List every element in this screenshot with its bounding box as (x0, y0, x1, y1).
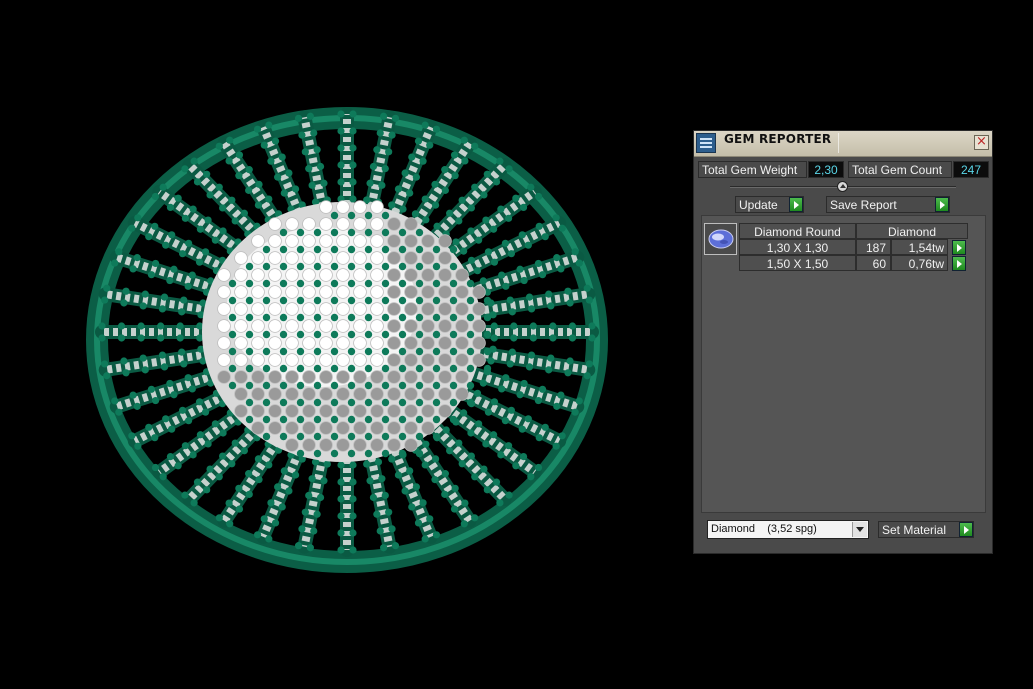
material-select[interactable]: Diamond (3,52 spg) (707, 520, 869, 539)
green-arrow-icon[interactable] (959, 522, 973, 537)
green-arrow-icon[interactable] (789, 197, 803, 212)
3d-viewport[interactable] (0, 0, 680, 689)
title-bar[interactable]: GEM REPORTER × (694, 131, 992, 157)
column-header-material: Diamond (856, 223, 968, 239)
ring-render (86, 107, 608, 573)
row-size: 1,50 X 1,50 (739, 255, 856, 271)
window-title: GEM REPORTER (724, 132, 832, 146)
save-report-button[interactable]: Save Report (826, 196, 950, 213)
close-icon[interactable]: × (974, 135, 989, 150)
gem-reporter-panel: GEM REPORTER × Total Gem Weight 2,30 Tot… (693, 130, 993, 554)
green-arrow-icon[interactable] (952, 240, 966, 255)
update-button-label: Update (739, 198, 778, 212)
row-weight: 1,54tw (891, 239, 948, 255)
row-size: 1,30 X 1,30 (739, 239, 856, 255)
green-arrow-icon[interactable] (935, 197, 949, 212)
round-gem-icon[interactable] (704, 223, 737, 255)
gem-reporter-app-icon (696, 133, 716, 153)
column-header-shape: Diamond Round (739, 223, 856, 239)
total-gem-count-value: 247 (953, 161, 989, 178)
green-arrow-icon[interactable] (952, 256, 966, 271)
set-material-button[interactable]: Set Material (878, 521, 974, 538)
row-count: 187 (856, 239, 891, 255)
gem-thumb-graphic (708, 229, 734, 249)
row-count: 60 (856, 255, 891, 271)
update-button[interactable]: Update (735, 196, 804, 213)
total-gem-weight-label: Total Gem Weight (698, 161, 807, 178)
save-report-button-label: Save Report (830, 198, 897, 212)
total-gem-weight-value: 2,30 (808, 161, 844, 178)
title-separator (838, 133, 839, 153)
chevron-down-icon[interactable] (852, 522, 867, 537)
material-select-value: Diamond (3,52 spg) (711, 523, 817, 535)
collapse-knob-icon[interactable] (837, 181, 848, 192)
set-material-button-label: Set Material (882, 523, 947, 537)
gem-list[interactable]: Diamond Round Diamond 1,30 X 1,30 187 1,… (701, 215, 986, 513)
row-weight: 0,76tw (891, 255, 948, 271)
total-gem-count-label: Total Gem Count (848, 161, 952, 178)
